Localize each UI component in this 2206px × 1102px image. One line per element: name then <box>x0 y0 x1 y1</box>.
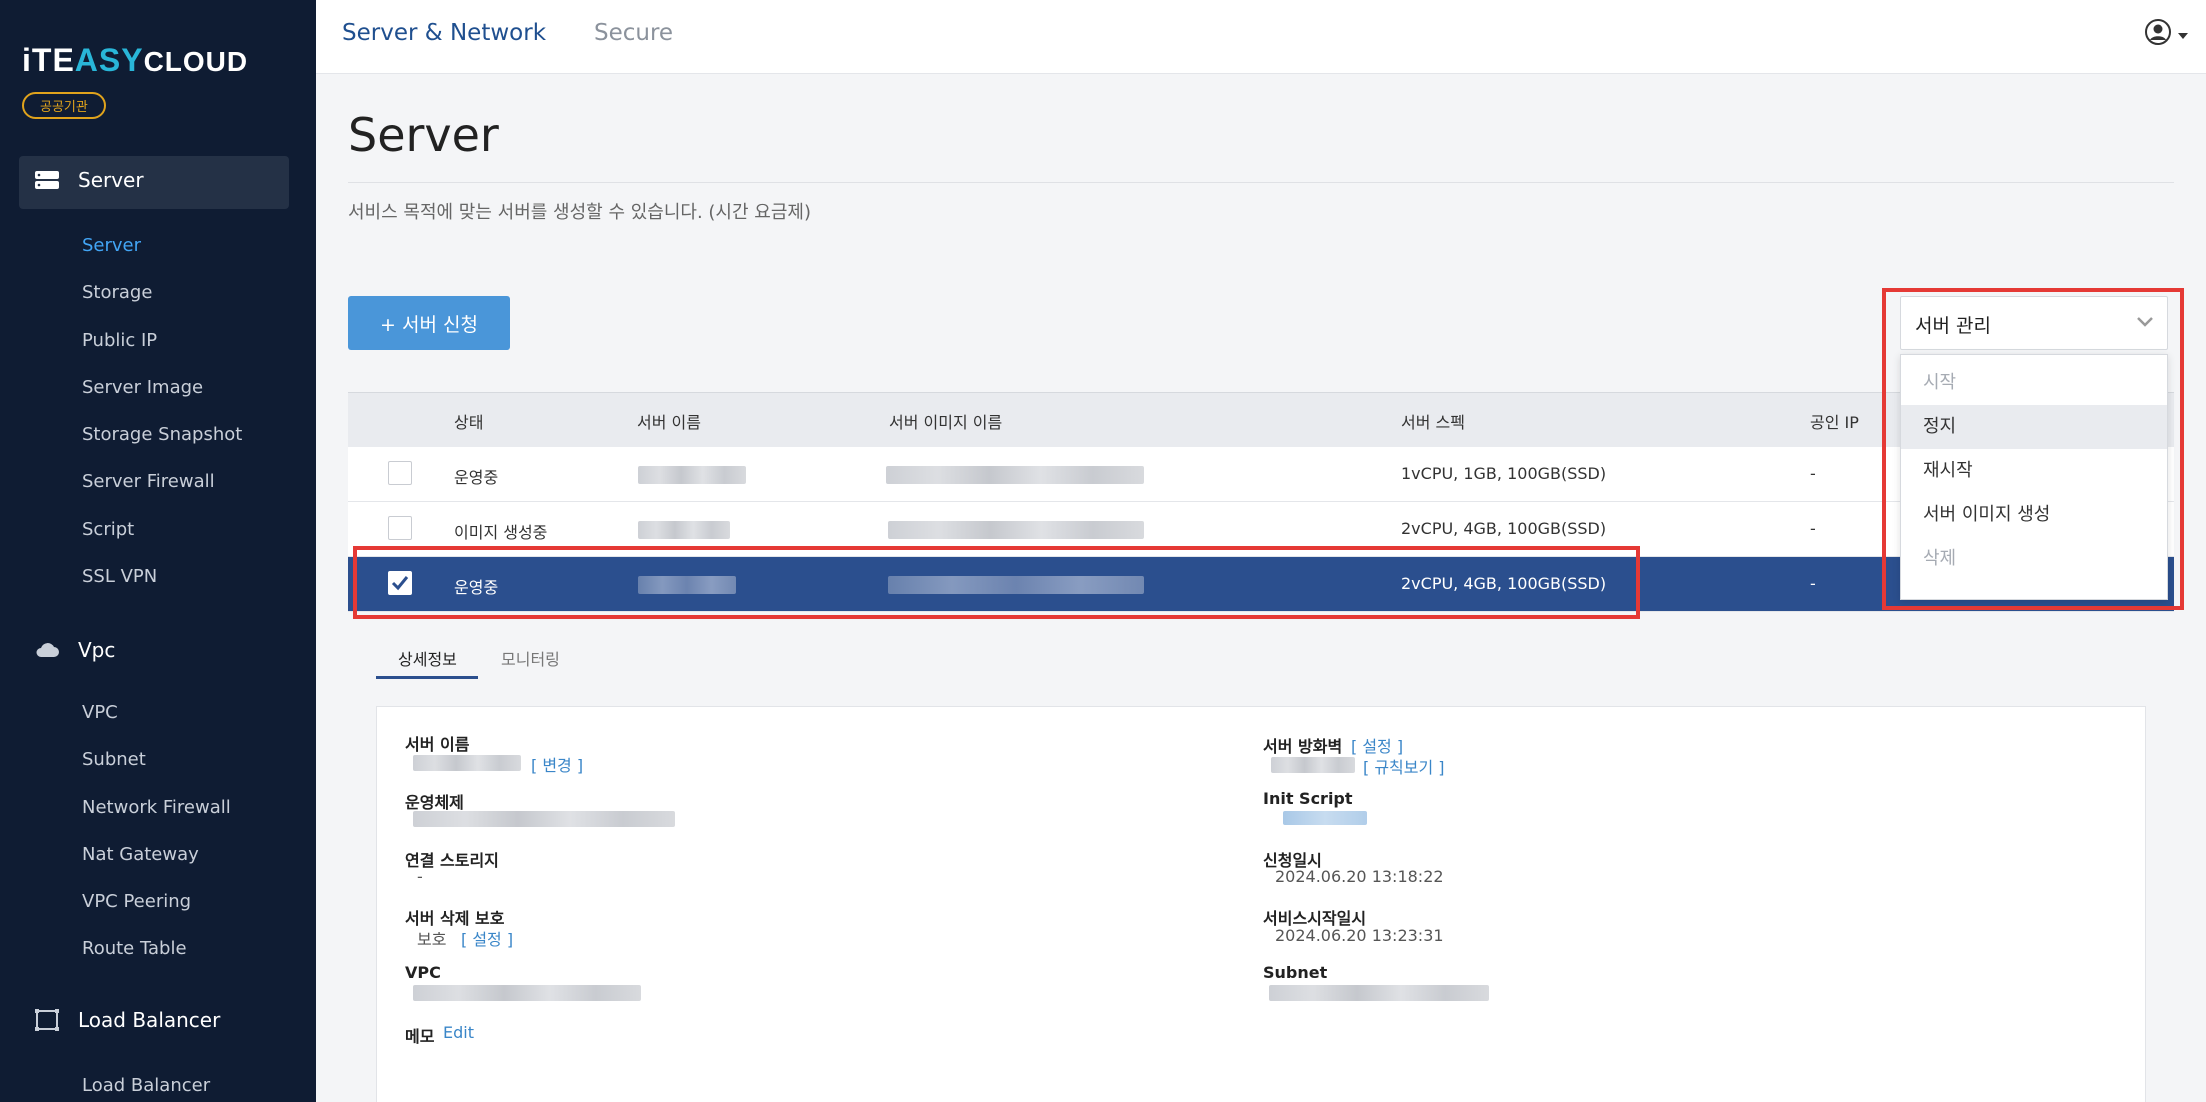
title-divider <box>348 182 2174 183</box>
sidebar-item-storage-snapshot[interactable]: Storage Snapshot <box>82 424 242 445</box>
row-spec: 1vCPU, 1GB, 100GB(SSD) <box>1401 464 1607 483</box>
row-status: 이미지 생성중 <box>454 523 548 542</box>
detail-panel: 서버 이름 [ 변경 ] 운영체제 연결 스토리지 - 서버 삭제 보호 보호 … <box>376 706 2146 1102</box>
sidebar-item-vpc[interactable]: VPC <box>82 702 118 723</box>
menu-item-delete: 삭제 <box>1923 548 1957 569</box>
column-header-server-name[interactable]: 서버 이름 <box>637 409 701 433</box>
delete-protect-setting-link[interactable]: [ 설정 ] <box>461 926 513 950</box>
tab-monitoring[interactable]: 모니터링 <box>501 646 560 670</box>
redacted-vpc <box>413 985 641 1001</box>
column-header-status[interactable]: 상태 <box>454 409 483 433</box>
column-header-public-ip[interactable]: 공인 IP <box>1810 409 1859 433</box>
row-spec: 2vCPU, 4GB, 100GB(SSD) <box>1401 519 1607 538</box>
row-public-ip: - <box>1810 464 1816 483</box>
redacted-os <box>413 811 675 827</box>
row-public-ip: - <box>1810 519 1816 538</box>
sidebar: iTEASYCLOUD 공공기관 Server Server Storage P… <box>0 0 316 1102</box>
sidebar-item-server-firewall[interactable]: Server Firewall <box>82 471 215 492</box>
top-bar: Server & Network Secure <box>316 0 2206 74</box>
sidebar-item-nat-gateway[interactable]: Nat Gateway <box>82 844 199 865</box>
logo-text-1: iTE <box>22 42 75 78</box>
row-checkbox[interactable] <box>388 516 412 540</box>
redacted-server-name <box>638 466 746 484</box>
nav-group-server-label: Server <box>78 168 144 192</box>
redacted-subnet <box>1269 985 1489 1001</box>
sidebar-item-storage[interactable]: Storage <box>82 282 152 303</box>
sidebar-item-route-table[interactable]: Route Table <box>82 938 187 959</box>
redacted-server-name <box>638 521 730 539</box>
server-name-label: 서버 이름 <box>405 735 470 754</box>
nav-group-load-balancer-label: Load Balancer <box>78 1008 221 1032</box>
load-balancer-icon <box>34 1009 60 1031</box>
server-icon <box>34 169 60 191</box>
row-status: 운영중 <box>454 468 499 487</box>
apply-date-value: 2024.06.20 13:18:22 <box>1275 867 1444 886</box>
logo[interactable]: iTEASYCLOUD <box>22 42 248 79</box>
storage-value: - <box>417 867 423 886</box>
menu-item-stop[interactable]: 정지 <box>1901 405 2167 449</box>
column-header-spec[interactable]: 서버 스펙 <box>1401 409 1465 433</box>
row-spec: 2vCPU, 4GB, 100GB(SSD) <box>1401 574 1607 593</box>
column-header-image-name[interactable]: 서버 이미지 이름 <box>889 409 1002 433</box>
page-description: 서비스 목적에 맞는 서버를 생성할 수 있습니다. (시간 요금제) <box>348 202 811 223</box>
memo-label: 메모 <box>405 1027 435 1046</box>
sidebar-item-load-balancer[interactable]: Load Balancer <box>82 1075 210 1096</box>
server-manage-select-value: 서버 관리 <box>1915 315 1991 337</box>
redacted-server-name <box>638 576 736 594</box>
apply-server-button[interactable]: + 서버 신청 <box>348 296 510 350</box>
start-date-value: 2024.06.20 13:23:31 <box>1275 926 1444 945</box>
delete-protect-value: 보호 <box>417 930 447 949</box>
redacted-image-name <box>886 466 1144 484</box>
change-name-link[interactable]: [ 변경 ] <box>531 752 583 776</box>
init-script-label: Init Script <box>1263 789 1353 808</box>
sidebar-item-network-firewall[interactable]: Network Firewall <box>82 797 231 818</box>
firewall-label: 서버 방화벽 <box>1263 737 1343 756</box>
server-manage-menu: 시작 정지 재시작 서버 이미지 생성 삭제 <box>1900 354 2168 600</box>
subnet-label: Subnet <box>1263 963 1328 982</box>
tab-details[interactable]: 상세정보 <box>398 646 457 670</box>
user-menu[interactable] <box>2144 18 2188 50</box>
row-checkbox-checked[interactable] <box>388 571 412 595</box>
redacted-firewall <box>1271 757 1355 773</box>
menu-item-restart[interactable]: 재시작 <box>1901 449 2167 493</box>
vpc-label: VPC <box>405 963 441 982</box>
user-icon <box>2144 18 2172 50</box>
row-status: 운영중 <box>454 578 499 597</box>
cloud-icon <box>34 639 60 661</box>
redacted-init-script <box>1283 811 1367 825</box>
row-public-ip: - <box>1810 574 1816 593</box>
page-title: Server <box>348 108 499 162</box>
sidebar-item-server[interactable]: Server <box>82 235 141 256</box>
menu-item-start: 시작 <box>1923 372 1957 393</box>
chevron-down-icon <box>2135 311 2155 335</box>
sidebar-item-script[interactable]: Script <box>82 519 134 540</box>
logo-text-2: ASY <box>74 42 144 78</box>
nav-group-vpc-label: Vpc <box>78 638 116 662</box>
tab-secure[interactable]: Secure <box>594 20 673 46</box>
menu-item-create-image[interactable]: 서버 이미지 생성 <box>1901 493 2167 537</box>
sidebar-item-vpc-peering[interactable]: VPC Peering <box>82 891 191 912</box>
redacted-server-name <box>413 755 521 771</box>
sidebar-item-public-ip[interactable]: Public IP <box>82 330 157 351</box>
sidebar-item-server-image[interactable]: Server Image <box>82 377 203 398</box>
nav-group-load-balancer[interactable]: Load Balancer <box>34 1008 220 1032</box>
checkmark-icon <box>391 576 409 591</box>
redacted-image-name <box>888 576 1144 594</box>
nav-group-server[interactable]: Server <box>34 168 144 192</box>
logo-text-3: CLOUD <box>143 46 249 77</box>
sidebar-item-ssl-vpn[interactable]: SSL VPN <box>82 566 157 587</box>
firewall-rules-link[interactable]: [ 규칙보기 ] <box>1363 754 1445 778</box>
public-agency-badge: 공공기관 <box>22 92 106 119</box>
redacted-image-name <box>888 521 1144 539</box>
tab-server-network[interactable]: Server & Network <box>342 20 546 46</box>
nav-group-vpc[interactable]: Vpc <box>34 638 115 662</box>
os-label: 운영체제 <box>405 793 464 812</box>
memo-edit-link[interactable]: Edit <box>443 1023 474 1042</box>
active-tab-indicator <box>376 676 478 679</box>
caret-down-icon <box>2178 25 2188 44</box>
server-manage-select[interactable]: 서버 관리 <box>1900 296 2168 350</box>
sidebar-item-subnet[interactable]: Subnet <box>82 749 146 770</box>
row-checkbox[interactable] <box>388 461 412 485</box>
